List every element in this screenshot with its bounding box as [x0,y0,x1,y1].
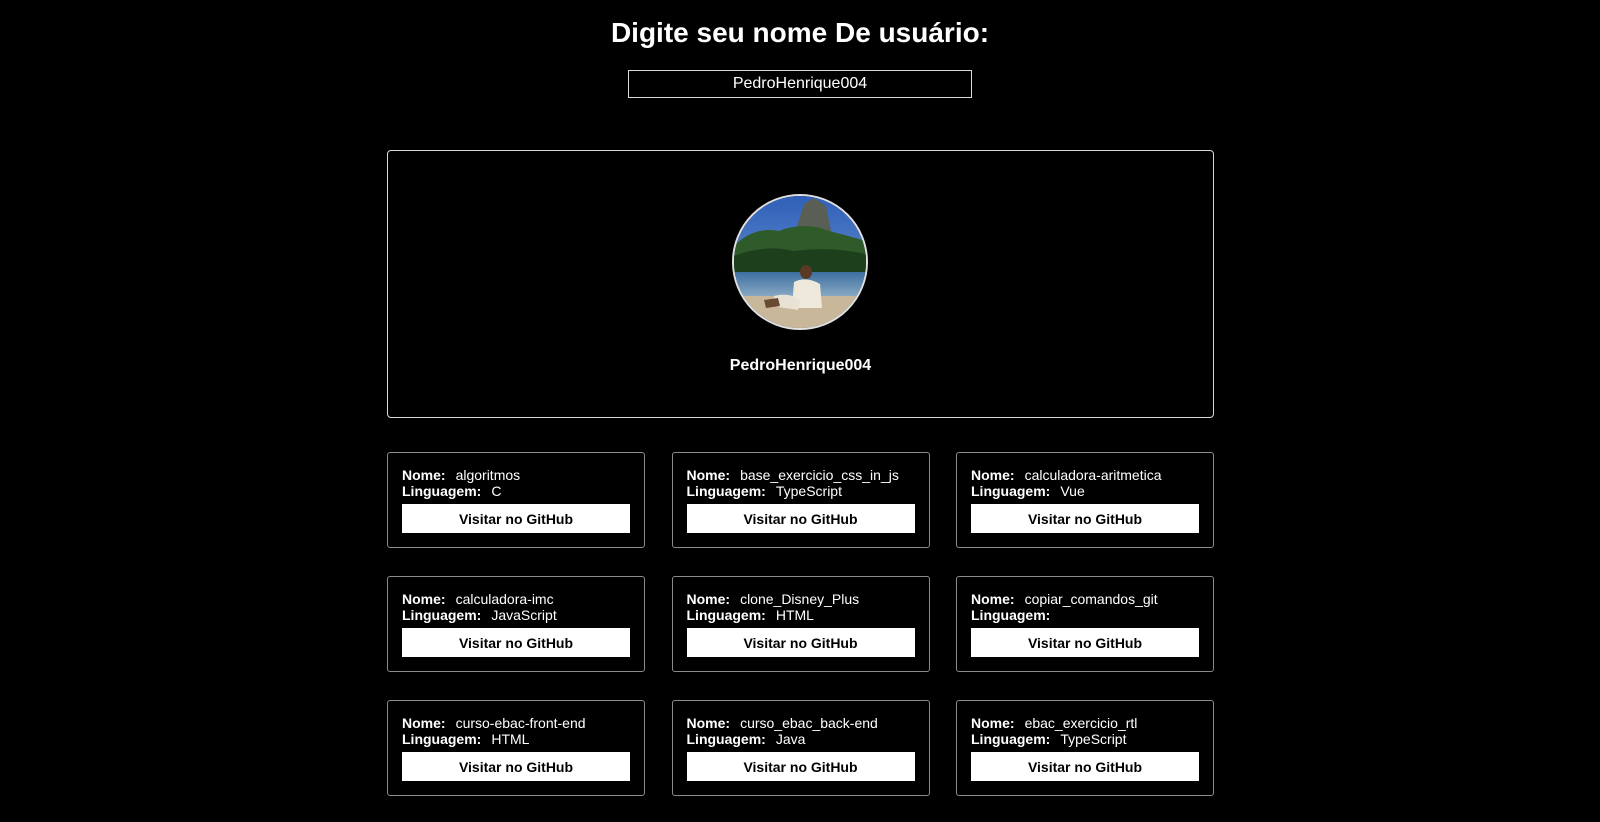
repo-language: Java [775,731,806,747]
repo-language-row: Linguagem: JavaScript [402,607,630,623]
repo-language-label: Linguagem: [402,483,482,499]
repo-language-row: Linguagem: C [402,483,630,499]
repo-name: base_exercicio_css_in_js [740,467,899,483]
visit-github-button[interactable]: Visitar no GitHub [686,628,915,657]
repo-name-row: Nome: algoritmos [402,467,630,483]
repo-name-label: Nome: [971,715,1015,731]
repo-language: JavaScript [491,607,557,623]
repo-language-label: Linguagem: [971,731,1051,747]
repo-language: HTML [491,731,530,747]
page-title: Digite seu nome De usuário: [610,17,990,48]
visit-github-button[interactable]: Visitar no GitHub [971,628,1199,657]
visit-github-button[interactable]: Visitar no GitHub [402,504,630,533]
repo-name-row: Nome: copiar_comandos_git [971,591,1199,607]
repo-name: algoritmos [455,467,521,483]
repo-language-label: Linguagem: [971,483,1051,499]
repo-name-row: Nome: ebac_exercicio_rtl [971,715,1199,731]
repo-language: C [491,483,502,499]
repo-name-label: Nome: [686,467,731,483]
visit-github-button[interactable]: Visitar no GitHub [402,628,630,657]
repo-language-label: Linguagem: [402,731,482,747]
repo-language-label: Linguagem: [686,483,766,499]
repo-name: clone_Disney_Plus [740,591,860,607]
repo-name: curso-ebac-front-end [455,715,586,731]
repo-name-label: Nome: [402,591,446,607]
repo-language: TypeScript [775,483,842,499]
repo-card: Nome: clone_Disney_Plus Linguagem: HTML Vi… [671,576,930,672]
repo-name-row: Nome: calculadora-aritmetica [971,467,1199,483]
repo-name-label: Nome: [402,715,446,731]
repo-language-label: Linguagem: [402,607,482,623]
repo-language-label: Linguagem: [971,607,1051,623]
page: Digite seu nome De usuário: PedroHenriqu… [0,0,1600,822]
repo-card: Nome: calculadora-imc Linguagem: JavaScrip… [387,576,645,672]
repo-card: Nome: ebac_exercicio_rtl Linguagem: TypeSc… [956,700,1214,796]
profile-name: PedroHenrique004 [729,357,872,374]
repo-language-row: Linguagem: [971,607,1199,623]
repo-name: curso_ebac_back-end [740,715,878,731]
profile-card: PedroHenrique004 [387,150,1214,418]
repo-card: Nome: curso_ebac_back-end Linguagem: Java … [671,700,930,796]
repo-language: Vue [1060,483,1085,499]
repo-name: copiar_comandos_git [1024,591,1158,607]
repo-card: Nome: algoritmos Linguagem: C Visitar no G… [387,452,645,548]
repo-name-label: Nome: [402,467,446,483]
repo-card: Nome: base_exercicio_css_in_js Linguagem:… [671,452,930,548]
repo-language-label: Linguagem: [686,731,766,747]
repo-name: calculadora-aritmetica [1024,467,1162,483]
repo-card: Nome: copiar_comandos_git Linguagem: Visi… [956,576,1214,672]
repo-grid: Nome: algoritmos Linguagem: C Visitar no G… [387,452,1214,796]
repo-name-row: Nome: clone_Disney_Plus [687,591,915,607]
avatar [732,194,868,330]
repo-name-row: Nome: curso_ebac_back-end [687,715,915,731]
repo-card: Nome: calculadora-aritmetica Linguagem: Vu… [956,452,1214,548]
repo-name-label: Nome: [971,591,1015,607]
visit-github-button[interactable]: Visitar no GitHub [686,752,915,781]
repo-name-row: Nome: curso-ebac-front-end [402,715,630,731]
repo-name-row: Nome: base_exercicio_css_in_js [687,467,915,483]
repo-language-row: Linguagem: Java [687,731,915,747]
repo-language: HTML [775,607,814,623]
username-input[interactable] [628,70,972,98]
repo-language-label: Linguagem: [686,607,766,623]
repo-name: ebac_exercicio_rtl [1024,715,1138,731]
repo-name-row: Nome: calculadora-imc [402,591,630,607]
visit-github-button[interactable]: Visitar no GitHub [971,752,1199,781]
repo-language-row: Linguagem: Vue [971,483,1199,499]
repo-name: calculadora-imc [455,591,554,607]
repo-language: TypeScript [1060,731,1127,747]
repo-language-row: Linguagem: HTML [687,607,915,623]
avatar-photo [734,196,866,328]
repo-language-row: Linguagem: HTML [402,731,630,747]
repo-card: Nome: curso-ebac-front-end Linguagem: HTML… [387,700,645,796]
visit-github-button[interactable]: Visitar no GitHub [402,752,630,781]
visit-github-button[interactable]: Visitar no GitHub [971,504,1199,533]
repo-language-row: Linguagem: TypeScript [687,483,915,499]
repo-name-label: Nome: [686,591,731,607]
repo-language-row: Linguagem: TypeScript [971,731,1199,747]
visit-github-button[interactable]: Visitar no GitHub [686,504,915,533]
repo-name-label: Nome: [686,715,731,731]
repo-name-label: Nome: [971,467,1015,483]
